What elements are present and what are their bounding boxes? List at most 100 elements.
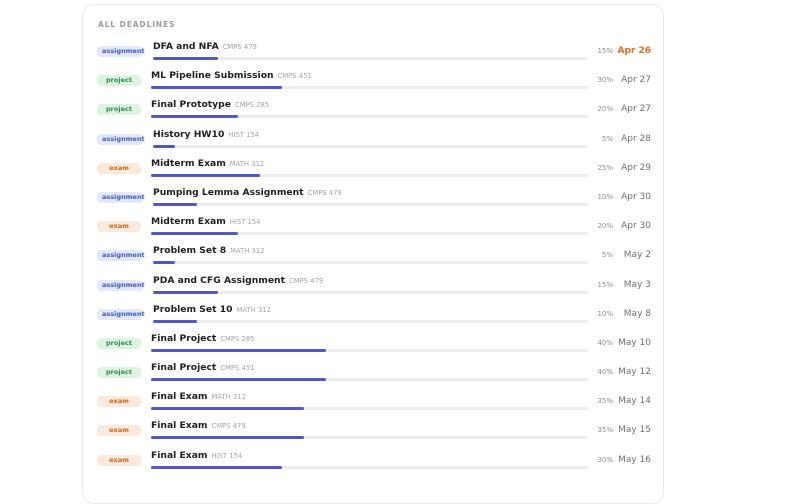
progress-fill [153,57,219,60]
due-date: Apr 27 [621,104,651,115]
deadline-name: Final Exam [151,420,208,432]
section-title: ALL DEADLINES [98,20,176,29]
course-code: CMPS 451 [277,72,312,81]
course-code: HIST 154 [229,218,261,227]
deadline-row[interactable]: project Final Project CMPS 451 40% May 12 [83,359,663,388]
course-code: MATH 312 [236,305,271,314]
deadline-title: Final Project CMPS 451 [151,362,254,373]
deadline-name: PDA and CFG Assignment [153,274,285,286]
deadline-name: DFA and NFA [153,41,219,52]
deadline-name: ML Pipeline Submission [151,70,274,82]
progress-fill [153,319,197,323]
due-date: May 8 [623,308,651,319]
progress-fill [151,407,304,411]
deadline-row[interactable]: assignment DFA and NFA CMPS 479 15% Apr 26 [83,38,663,67]
course-code: CMPS 479 [211,422,246,431]
deadline-title: DFA and NFA CMPS 479 [153,41,257,52]
deadline-title: History HW10 HIST 154 [153,129,259,140]
course-code: MATH 312 [229,159,265,168]
deadline-row[interactable]: exam Midterm Exam HIST 154 20% Apr 30 [83,213,663,242]
deadline-name: Problem Set 10 [153,303,233,315]
deadline-title: Pumping Lemma Assignment CMPS 479 [153,187,342,198]
deadline-title: PDA and CFG Assignment CMPS 479 [153,275,323,286]
type-badge: assignment [97,191,145,203]
deadline-name: Pumping Lemma Assignment [153,186,304,198]
type-badge: exam [97,396,141,408]
type-badge: project [97,75,141,87]
deadline-row[interactable]: project Final Project CMPS 285 40% May 10 [83,330,663,359]
course-code: CMPS 479 [222,43,257,51]
weight-percent: 15% [597,47,613,55]
progress-fill [151,465,283,469]
type-badge: assignment [97,250,145,262]
deadline-name: Final Prototype [151,99,231,111]
deadline-title: Final Project CMPS 285 [151,333,254,344]
weight-percent: 30% [597,455,613,464]
type-badge: exam [97,425,141,437]
due-date: May 2 [623,250,651,261]
due-date: May 12 [618,367,651,378]
type-badge: exam [97,162,141,174]
deadline-title: Final Exam MATH 312 [151,391,246,402]
weight-percent: 10% [597,309,613,318]
progress-track [151,436,588,440]
progress-track [153,290,588,294]
type-badge: assignment [97,46,145,57]
deadline-row[interactable]: project Final Prototype CMPS 285 20% Apr 27 [83,96,663,125]
deadline-row[interactable]: exam Final Exam CMPS 479 35% May 15 [83,417,663,446]
weight-percent: 5% [601,134,613,143]
course-code: CMPS 451 [220,364,255,373]
deadline-row[interactable]: assignment PDA and CFG Assignment CMPS 479… [83,272,663,301]
type-badge: assignment [97,279,145,291]
progress-track [151,348,588,352]
deadline-title: Final Exam HIST 154 [151,450,242,461]
course-code: CMPS 479 [307,188,342,197]
deadline-name: Midterm Exam [151,157,226,169]
progress-track [151,232,588,236]
deadline-row[interactable]: exam Final Exam MATH 312 35% May 14 [83,388,663,417]
deadline-title: Problem Set 10 MATH 312 [153,304,271,315]
progress-fill [153,202,197,206]
deadline-row[interactable]: exam Midterm Exam MATH 312 25% Apr 29 [83,155,663,184]
progress-fill [151,378,326,382]
due-date: May 15 [618,425,651,436]
progress-fill [153,290,219,294]
progress-fill [153,144,175,148]
progress-track [151,115,588,119]
deadline-name: Final Project [151,332,217,344]
deadline-row[interactable]: assignment Problem Set 8 MATH 312 5% May 2 [83,242,663,271]
deadline-name: Final Exam [151,449,208,461]
type-badge: project [97,104,141,116]
deadline-title: Final Prototype CMPS 285 [151,99,269,110]
type-badge: assignment [97,133,145,145]
due-date: May 3 [623,279,651,290]
due-date: Apr 29 [621,162,651,173]
deadline-row[interactable]: project ML Pipeline Submission CMPS 451 30%… [83,67,663,96]
type-badge: project [97,367,141,379]
deadline-row[interactable]: assignment Problem Set 10 MATH 312 10% May 8 [83,301,663,330]
deadline-title: Midterm Exam HIST 154 [151,216,261,227]
progress-track [153,57,588,60]
deadline-row[interactable]: exam Final Exam HIST 154 30% May 16 [83,447,663,476]
progress-fill [151,348,326,352]
course-code: HIST 154 [228,130,260,139]
deadline-name: History HW10 [153,128,225,140]
weight-percent: 25% [597,163,613,172]
course-code: MATH 312 [211,393,246,402]
course-code: MATH 312 [230,247,265,256]
type-badge: exam [97,454,141,466]
deadline-row[interactable]: assignment History HW10 HIST 154 5% Apr 28 [83,126,663,155]
type-badge: assignment [97,308,145,320]
deadline-row[interactable]: assignment Pumping Lemma Assignment CMPS 4… [83,184,663,213]
course-code: HIST 154 [211,451,243,460]
weight-percent: 20% [597,105,613,114]
due-date: Apr 26 [617,46,651,56]
deadlines-card: ALL DEADLINES assignment DFA and NFA CMPS … [82,4,664,504]
due-date: Apr 30 [621,221,651,232]
weight-percent: 30% [597,76,613,85]
course-code: CMPS 285 [234,101,270,110]
progress-fill [151,86,283,90]
due-date: May 14 [618,396,651,407]
progress-track [151,86,588,90]
deadline-title: Final Exam CMPS 479 [151,420,246,431]
